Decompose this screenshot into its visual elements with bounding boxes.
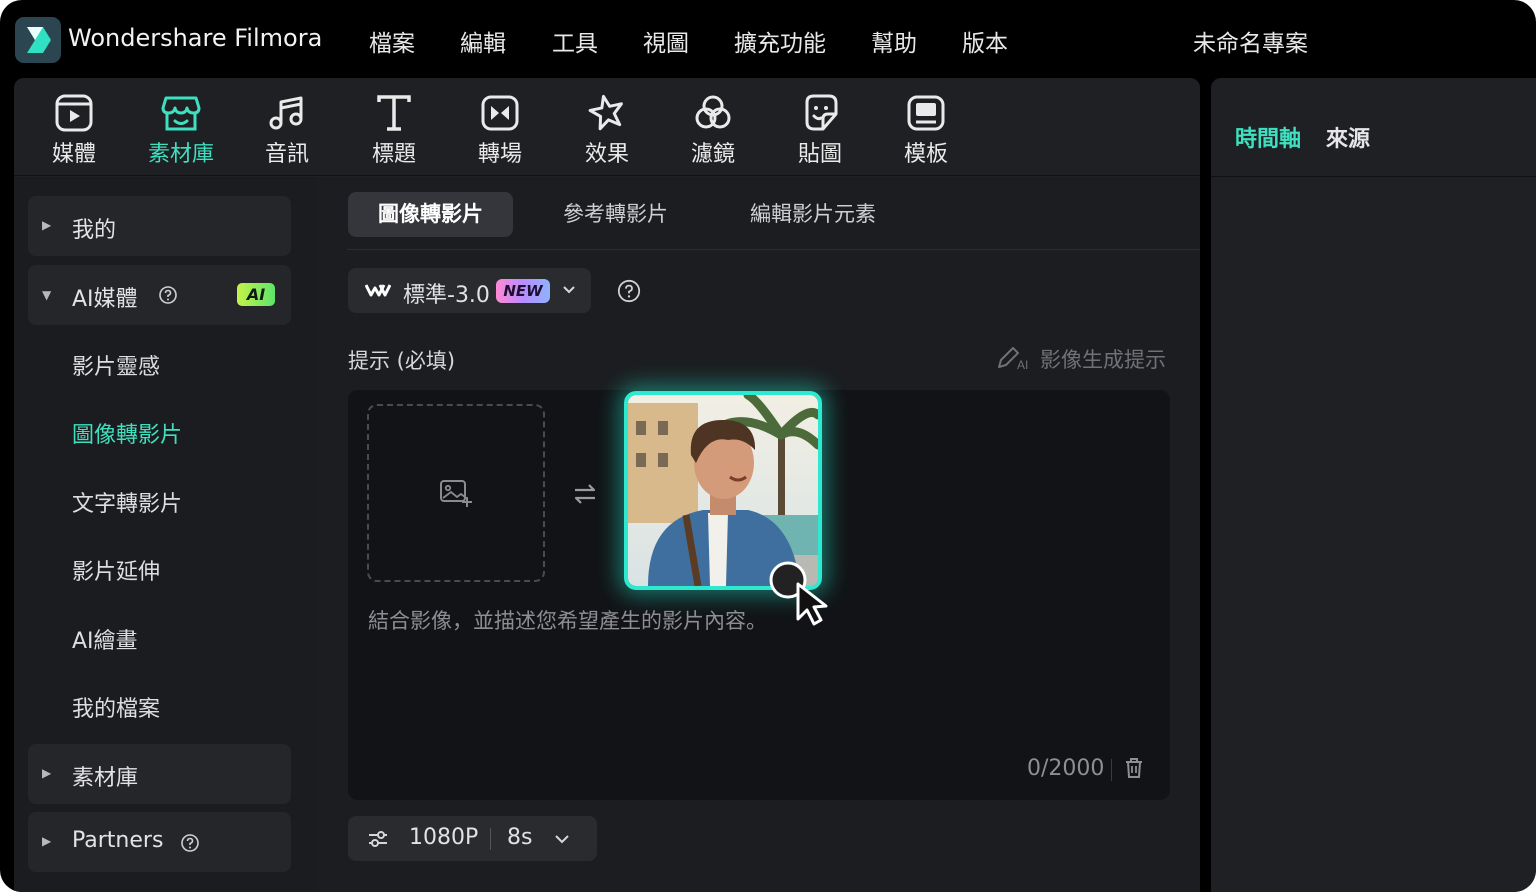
tool-transitions[interactable]: 轉場 bbox=[460, 92, 540, 172]
caret-right-icon: ▶ bbox=[42, 218, 52, 232]
settings-sliders-icon bbox=[369, 831, 387, 847]
right-panel: 時間軸 來源 bbox=[1211, 78, 1536, 892]
main-panel: 媒體 素材庫 音訊 標題 轉場 效果 濾鏡 貼圖 模板 ▶ 我的 ▼ AI媒體 … bbox=[14, 78, 1200, 892]
tabs-divider bbox=[347, 249, 1200, 250]
mouse-cursor-icon bbox=[769, 561, 828, 626]
resolution-value: 1080P bbox=[409, 825, 479, 850]
sidebar-item-ai-painting[interactable]: AI繪畫 bbox=[72, 623, 138, 655]
tool-titles[interactable]: 標題 bbox=[354, 92, 434, 172]
tab-edit-video-elements[interactable]: 編輯影片元素 bbox=[750, 192, 876, 237]
sidebar-item-video-extend[interactable]: 影片延伸 bbox=[72, 554, 160, 586]
sidebar-item-image-to-video[interactable]: 圖像轉影片 bbox=[72, 417, 182, 449]
tab-image-to-video[interactable]: 圖像轉影片 bbox=[348, 192, 513, 237]
store-icon bbox=[161, 96, 201, 131]
transition-icon bbox=[481, 95, 519, 131]
ai-content-area: 圖像轉影片 參考轉影片 編輯影片元素 標準-3.0 NEW 提示 (必填) AI… bbox=[317, 177, 1200, 892]
prompt-label: 提示 (必填) bbox=[348, 349, 456, 373]
char-count: 0/2000 bbox=[1027, 756, 1105, 781]
duration-value: 8s bbox=[507, 825, 533, 850]
template-icon bbox=[907, 95, 945, 131]
caret-down-icon: ▼ bbox=[42, 288, 52, 302]
prompt-box[interactable]: 結合影像，並描述您希望產生的影片內容。 0/2000 bbox=[348, 390, 1170, 800]
menu-extensions[interactable]: 擴充功能 bbox=[734, 24, 826, 58]
tool-filters-label: 濾鏡 bbox=[690, 142, 735, 167]
right-panel-divider bbox=[1211, 176, 1536, 177]
sidebar-item-text-to-video[interactable]: 文字轉影片 bbox=[72, 486, 182, 518]
tab-timeline[interactable]: 時間軸 bbox=[1235, 121, 1301, 153]
tool-stock-label: 素材庫 bbox=[147, 142, 214, 167]
tool-stickers[interactable]: 貼圖 bbox=[780, 92, 860, 172]
project-name[interactable]: 未命名專案 bbox=[1193, 24, 1308, 58]
menu-tools[interactable]: 工具 bbox=[552, 24, 598, 58]
tool-transitions-label: 轉場 bbox=[477, 142, 522, 167]
model-name: 標準-3.0 bbox=[403, 283, 490, 308]
image-generate-prompt-button[interactable]: 影像生成提示 bbox=[1040, 344, 1166, 374]
filmora-logo-icon bbox=[15, 17, 61, 63]
chevron-down-icon bbox=[563, 286, 575, 294]
sidebar-group-mine-label: 我的 bbox=[72, 218, 117, 243]
chevron-down-icon bbox=[555, 835, 569, 844]
output-settings-bar[interactable]: 1080P 8s bbox=[348, 816, 597, 861]
tab-source[interactable]: 來源 bbox=[1326, 121, 1370, 153]
sidebar-group-mine[interactable]: ▶ 我的 bbox=[28, 196, 291, 256]
sidebar-group-partners-label: Partners bbox=[72, 828, 164, 853]
new-badge: NEW bbox=[496, 279, 550, 303]
sidebar: ▶ 我的 ▼ AI媒體 AI 影片靈感 圖像轉影片 文字轉影片 影片延伸 AI繪… bbox=[14, 177, 317, 892]
tool-templates[interactable]: 模板 bbox=[886, 92, 966, 172]
music-note-icon bbox=[269, 96, 303, 130]
tool-templates-label: 模板 bbox=[903, 142, 948, 167]
man-portrait-image bbox=[628, 395, 818, 586]
swap-arrows-icon[interactable] bbox=[572, 482, 598, 506]
sidebar-group-ai-media[interactable]: ▼ AI媒體 AI bbox=[28, 265, 291, 325]
tab-reference-to-video[interactable]: 參考轉影片 bbox=[563, 192, 668, 237]
caret-right-icon: ▶ bbox=[42, 834, 52, 848]
help-icon[interactable] bbox=[158, 285, 178, 305]
tool-effects[interactable]: 效果 bbox=[567, 92, 647, 172]
count-divider bbox=[1111, 759, 1112, 781]
sidebar-group-ai-media-label: AI媒體 bbox=[72, 287, 138, 312]
model-select[interactable]: 標準-3.0 NEW bbox=[348, 268, 591, 313]
tool-audio[interactable]: 音訊 bbox=[247, 92, 327, 172]
tool-media[interactable]: 媒體 bbox=[34, 92, 114, 172]
menu-version[interactable]: 版本 bbox=[962, 24, 1008, 58]
sidebar-group-partners[interactable]: ▶ Partners bbox=[28, 812, 291, 872]
menu-edit[interactable]: 編輯 bbox=[460, 24, 506, 58]
caret-right-icon: ▶ bbox=[42, 766, 52, 780]
ai-badge: AI bbox=[237, 283, 275, 306]
tool-stickers-label: 貼圖 bbox=[797, 142, 842, 167]
sidebar-item-my-files[interactable]: 我的檔案 bbox=[72, 691, 160, 723]
tool-media-label: 媒體 bbox=[51, 142, 96, 167]
tool-titles-label: 標題 bbox=[371, 142, 416, 167]
help-icon[interactable] bbox=[617, 279, 641, 303]
svg-text:AI: AI bbox=[1017, 358, 1028, 371]
ai-pen-icon: AI bbox=[998, 347, 1028, 371]
tool-audio-label: 音訊 bbox=[264, 142, 309, 167]
settings-divider bbox=[490, 828, 491, 850]
filter-icon bbox=[695, 95, 731, 129]
sidebar-group-library[interactable]: ▶ 素材庫 bbox=[28, 744, 291, 804]
text-t-icon bbox=[377, 95, 411, 131]
model-logo-icon bbox=[365, 284, 391, 297]
add-image-icon bbox=[440, 480, 472, 507]
help-icon[interactable] bbox=[180, 833, 200, 853]
media-toolbar: 媒體 素材庫 音訊 標題 轉場 效果 濾鏡 貼圖 模板 bbox=[14, 78, 1200, 176]
menu-file[interactable]: 檔案 bbox=[369, 24, 415, 58]
image-upload-slot[interactable] bbox=[367, 404, 545, 582]
effects-star-icon bbox=[588, 94, 623, 131]
tool-stock-library[interactable]: 素材庫 bbox=[141, 92, 221, 172]
title-bar: Wondershare Filmora 檔案 編輯 工具 視圖 擴充功能 幫助 … bbox=[0, 0, 1536, 78]
media-icon bbox=[55, 94, 93, 132]
app-name: Wondershare Filmora bbox=[68, 24, 323, 52]
tool-effects-label: 效果 bbox=[584, 142, 629, 167]
sticker-icon bbox=[805, 94, 838, 131]
prompt-placeholder[interactable]: 結合影像，並描述您希望產生的影片內容。 bbox=[368, 605, 767, 635]
sidebar-group-library-label: 素材庫 bbox=[72, 766, 139, 791]
tool-filters[interactable]: 濾鏡 bbox=[673, 92, 753, 172]
menu-view[interactable]: 視圖 bbox=[643, 24, 689, 58]
trash-icon[interactable] bbox=[1124, 757, 1144, 779]
menu-help[interactable]: 幫助 bbox=[871, 24, 917, 58]
sidebar-item-video-inspiration[interactable]: 影片靈感 bbox=[72, 349, 160, 381]
app-window: Wondershare Filmora 檔案 編輯 工具 視圖 擴充功能 幫助 … bbox=[0, 0, 1536, 892]
